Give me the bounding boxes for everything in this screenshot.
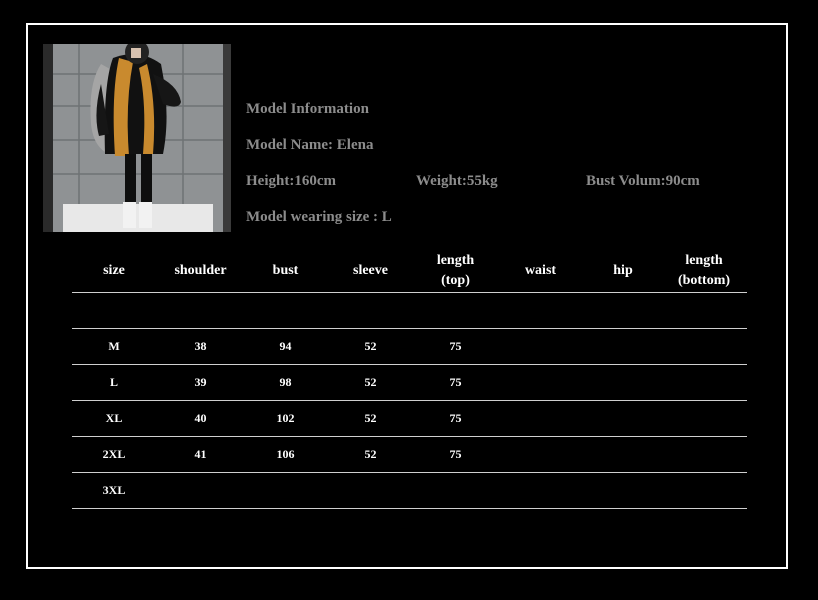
cell-bust: 94 <box>245 328 326 365</box>
header-hip: hip <box>585 250 661 293</box>
cell-size: XL <box>72 400 156 437</box>
cell-hip <box>585 364 661 401</box>
cell-waist <box>496 472 585 509</box>
table-row: L 39 98 52 75 <box>72 364 747 401</box>
cell-length-top: 75 <box>415 436 496 473</box>
cell-hip <box>585 472 661 509</box>
table-row: XL 40 102 52 75 <box>72 400 747 437</box>
cell-waist <box>496 364 585 401</box>
header-shoulder: shoulder <box>156 250 245 293</box>
model-weight: Weight:55kg <box>416 173 498 189</box>
cell-length-bottom <box>661 400 747 437</box>
table-row: M 38 94 52 75 <box>72 328 747 365</box>
table-header-row: size shoulder bust sleeve length (top) wa… <box>72 250 747 293</box>
header-length-top: length (top) <box>415 250 496 293</box>
cell-hip <box>585 328 661 365</box>
cell-sleeve: 52 <box>326 400 415 437</box>
cell-shoulder: 39 <box>156 364 245 401</box>
cell-shoulder: 38 <box>156 328 245 365</box>
header-size: size <box>72 250 156 293</box>
model-height: Height:160cm <box>246 173 336 189</box>
cell-sleeve <box>326 472 415 509</box>
cell-shoulder <box>156 472 245 509</box>
cell-length-bottom <box>661 364 747 401</box>
cell-length-top: 75 <box>415 400 496 437</box>
cell-length-top <box>415 472 496 509</box>
cell-shoulder: 41 <box>156 436 245 473</box>
cell-waist <box>496 328 585 365</box>
cell-size: 2XL <box>72 436 156 473</box>
cell-waist <box>496 436 585 473</box>
cell-bust <box>245 472 326 509</box>
table-row: 2XL 41 106 52 75 <box>72 436 747 473</box>
cell-sleeve: 52 <box>326 364 415 401</box>
model-info-title: Model Information <box>246 101 369 117</box>
cell-bust: 102 <box>245 400 326 437</box>
cell-sleeve: 52 <box>326 436 415 473</box>
table-spacer-row <box>72 292 747 329</box>
cell-size: 3XL <box>72 472 156 509</box>
cell-waist <box>496 400 585 437</box>
model-bust: Bust Volum:90cm <box>586 173 700 189</box>
cell-bust: 98 <box>245 364 326 401</box>
header-length-bottom: length (bottom) <box>661 250 747 293</box>
model-photo <box>43 44 231 232</box>
header-waist: waist <box>496 250 585 293</box>
cell-length-bottom <box>661 436 747 473</box>
model-name: Model Name: Elena <box>246 137 374 153</box>
cell-sleeve: 52 <box>326 328 415 365</box>
cell-hip <box>585 400 661 437</box>
cell-length-top: 75 <box>415 328 496 365</box>
model-wearing-size: Model wearing size : L <box>246 209 392 225</box>
cell-size: L <box>72 364 156 401</box>
cell-bust: 106 <box>245 436 326 473</box>
cell-length-bottom <box>661 472 747 509</box>
cell-length-bottom <box>661 328 747 365</box>
size-chart-table: size shoulder bust sleeve length (top) wa… <box>72 250 747 509</box>
cell-size: M <box>72 328 156 365</box>
cell-shoulder: 40 <box>156 400 245 437</box>
cell-length-top: 75 <box>415 364 496 401</box>
cell-hip <box>585 436 661 473</box>
header-bust: bust <box>245 250 326 293</box>
header-sleeve: sleeve <box>326 250 415 293</box>
table-row: 3XL <box>72 472 747 509</box>
